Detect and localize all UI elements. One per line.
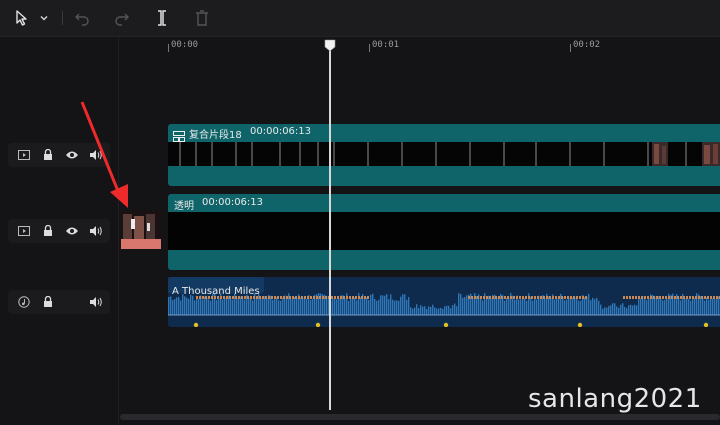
playhead-line[interactable] <box>329 44 331 410</box>
split-icon[interactable] <box>152 8 172 28</box>
ruler-label-2: 00:02 <box>573 40 601 50</box>
ruler-tick <box>168 44 169 52</box>
compound-clip-duration: 00:00:06:13 <box>250 126 312 137</box>
video-track-icon[interactable] <box>16 223 32 239</box>
ruler-tick <box>570 44 571 52</box>
compound-clip-filmstrip <box>168 142 720 166</box>
video-clip-frames <box>168 212 720 250</box>
ruler-label-0: 00:00 <box>171 40 199 50</box>
audio-clip-label-bg: A Thousand Miles <box>168 277 264 297</box>
chevron-down-icon[interactable] <box>36 8 52 28</box>
audio-clip-name: A Thousand Miles <box>172 286 260 297</box>
timeline-ruler[interactable]: 00:00 00:01 00:02 <box>118 37 720 59</box>
lock-icon[interactable] <box>40 294 56 310</box>
cursor-arrow-icon[interactable] <box>12 8 32 28</box>
undo-icon[interactable] <box>72 8 92 28</box>
redo-icon[interactable] <box>112 8 132 28</box>
video-clip-duration: 00:00:06:13 <box>202 197 264 208</box>
toolbar-divider <box>62 11 63 25</box>
video-track-icon[interactable] <box>16 147 32 163</box>
lock-icon[interactable] <box>40 223 56 239</box>
watermark: sanlang2021 <box>528 384 702 414</box>
delete-icon[interactable] <box>192 8 212 28</box>
playhead-handle[interactable] <box>324 37 336 52</box>
compound-clip-name: 复合片段18 <box>189 130 242 141</box>
ruler-label-1: 00:01 <box>372 40 400 50</box>
volume-icon[interactable] <box>88 294 104 310</box>
toolbar <box>0 0 720 37</box>
music-note-icon[interactable] <box>16 294 32 310</box>
video-clip[interactable]: 透明 00:00:06:13 <box>168 194 720 270</box>
annotation-arrow <box>80 101 128 208</box>
lock-icon[interactable] <box>40 147 56 163</box>
ruler-tick <box>369 44 370 52</box>
video-clip-name: 透明 <box>174 201 194 212</box>
track-controls-audio <box>8 290 110 314</box>
compound-clip[interactable]: 复合片段18 00:00:06:13 <box>168 124 720 186</box>
audio-clip[interactable]: A Thousand Miles <box>168 277 720 327</box>
horizontal-scrollbar[interactable] <box>120 414 720 420</box>
compound-clip-icon <box>173 127 185 142</box>
